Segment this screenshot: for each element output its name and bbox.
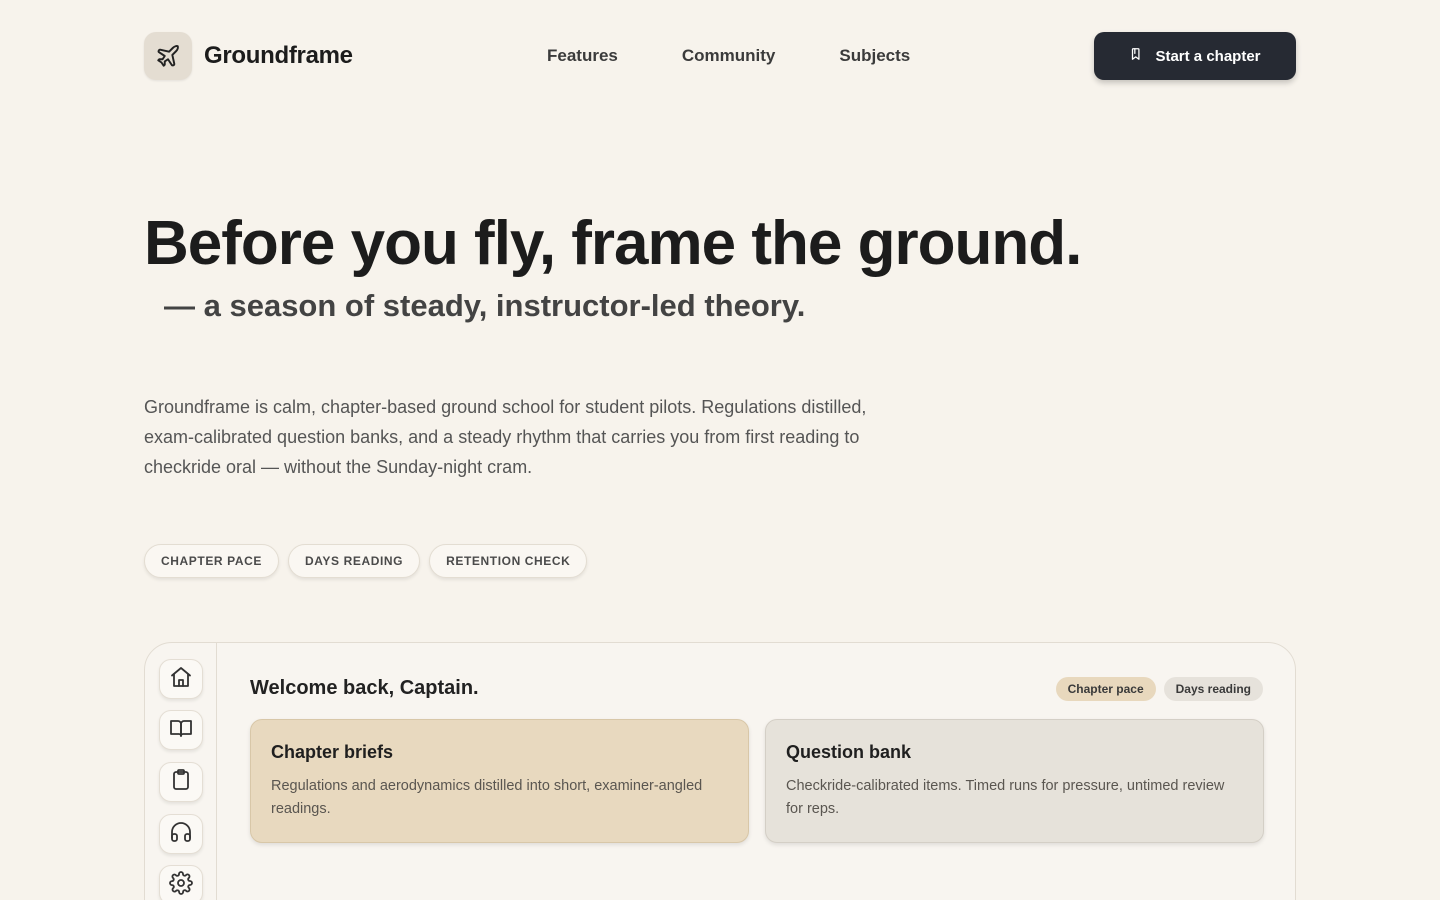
card-title: Question bank: [786, 742, 912, 762]
start-chapter-button[interactable]: Start a chapter: [1094, 32, 1296, 80]
card-body: Checkride-calibrated items. Timed runs f…: [786, 778, 1225, 817]
rail-settings-button[interactable]: [159, 865, 203, 900]
settings-icon: [169, 870, 193, 900]
side-rail: [145, 643, 217, 900]
headphones-icon: [169, 820, 193, 849]
bookmark-icon: [1129, 47, 1143, 65]
question-bank-card[interactable]: Question bank Checkride-calibrated items…: [765, 719, 1264, 843]
brand-name: Groundframe: [204, 42, 353, 69]
nav-features[interactable]: Features: [547, 46, 618, 66]
plane-icon: [144, 32, 192, 80]
nav-community[interactable]: Community: [682, 46, 776, 66]
welcome-heading: Welcome back, Captain.: [250, 677, 479, 699]
nav-subjects[interactable]: Subjects: [839, 46, 910, 66]
status-tags: Chapter pace Days reading: [1055, 677, 1263, 701]
rail-book-button[interactable]: [159, 710, 203, 750]
feature-chips: CHAPTER PACE DAYS READING RETENTION CHEC…: [144, 544, 588, 578]
chapter-briefs-card[interactable]: Chapter briefs Regulations and aerodynam…: [250, 719, 749, 843]
tag-chapter-pace[interactable]: Chapter pace: [1055, 677, 1156, 701]
book-icon: [169, 716, 193, 745]
chip-days-reading[interactable]: DAYS READING: [288, 544, 421, 578]
dashboard-preview: Welcome back, Captain. Chapter pace Days…: [144, 642, 1296, 900]
hero-title: Before you fly, frame the ground.: [144, 209, 1082, 278]
home-icon: [169, 665, 193, 694]
hero-description: Groundframe is calm, chapter-based groun…: [144, 397, 867, 477]
chip-retention-check[interactable]: RETENTION CHECK: [429, 544, 588, 578]
card-title: Chapter briefs: [271, 742, 394, 762]
hero-subtitle: — a season of steady, instructor-led the…: [164, 288, 806, 323]
rail-clipboard-button[interactable]: [159, 762, 203, 802]
chip-chapter-pace[interactable]: CHAPTER PACE: [144, 544, 279, 578]
tag-days-reading[interactable]: Days reading: [1163, 677, 1263, 701]
rail-home-button[interactable]: [159, 659, 203, 699]
brand[interactable]: Groundframe: [144, 32, 353, 80]
rail-headphones-button[interactable]: [159, 814, 203, 854]
card-body: Regulations and aerodynamics distilled i…: [271, 778, 703, 817]
clipboard-icon: [169, 768, 193, 797]
main-nav: Features Community Subjects: [547, 32, 910, 80]
site-header: Groundframe Features Community Subjects …: [144, 32, 1296, 80]
start-chapter-label: Start a chapter: [1155, 47, 1261, 65]
